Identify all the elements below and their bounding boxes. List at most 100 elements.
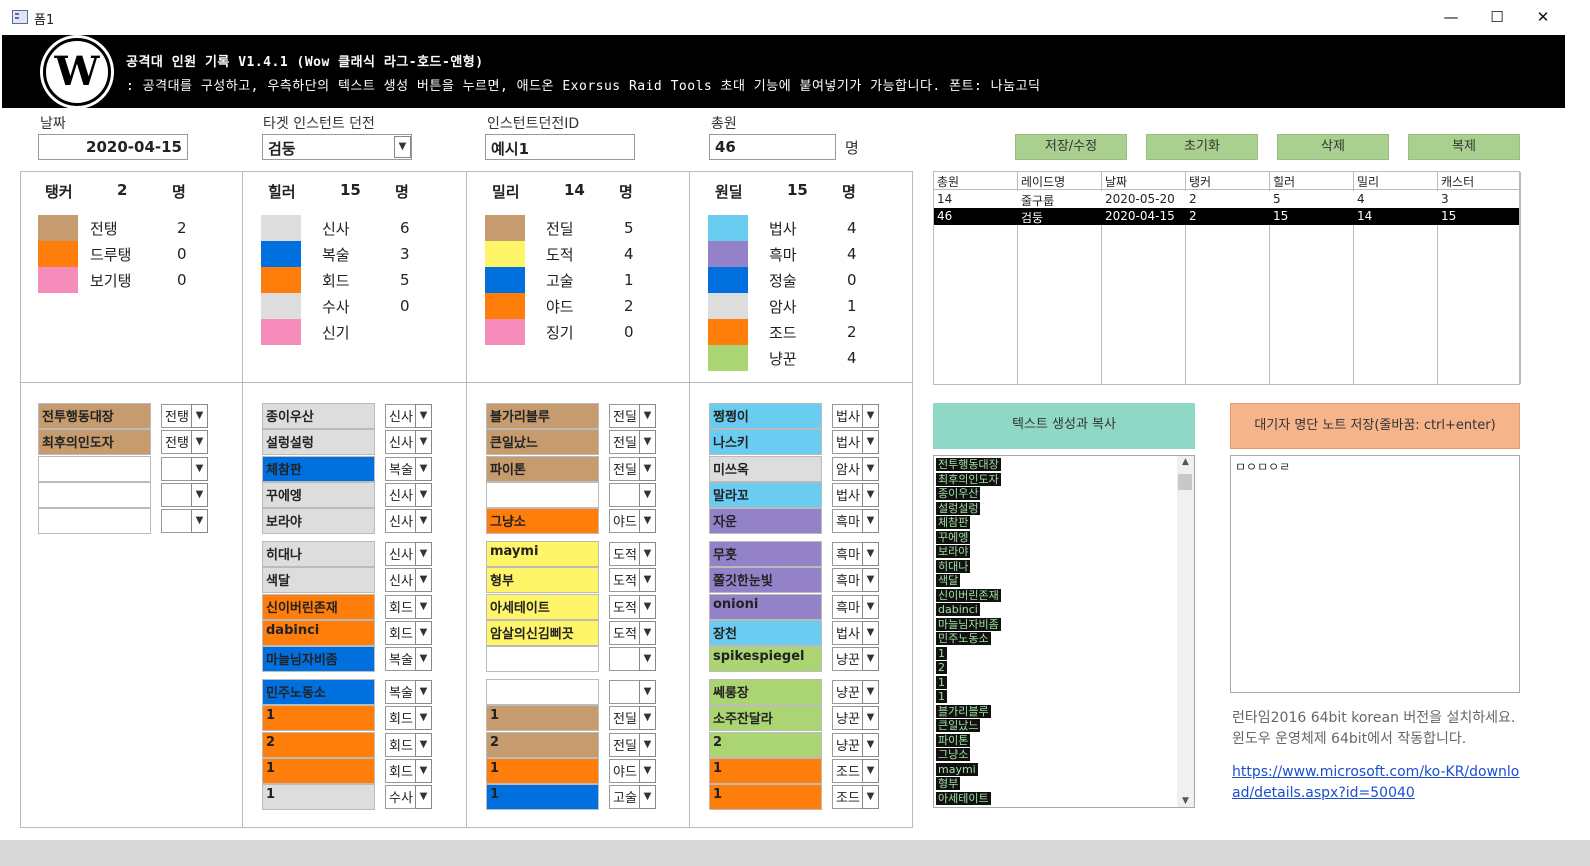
- slot-role-select[interactable]: 흑마 ▼: [832, 568, 879, 593]
- slot-role-select[interactable]: 암사 ▼: [832, 456, 879, 481]
- chevron-down-icon[interactable]: ▼: [191, 430, 208, 455]
- slot-role-select[interactable]: 조드 ▼: [832, 785, 879, 810]
- slot-name-input[interactable]: 1: [262, 757, 375, 784]
- slot-name-input[interactable]: 1: [262, 784, 375, 811]
- generated-text-box[interactable]: 전투행동대장 최후의인도자 종이우산 설렁설렁 체참판 꾸에엥 보라야 히대나 색달 신이버린존재…: [933, 455, 1195, 808]
- close-button[interactable]: ✕: [1520, 2, 1566, 32]
- slot-role-select[interactable]: 신사 ▼: [385, 482, 432, 507]
- chevron-down-icon[interactable]: ▼: [862, 620, 879, 645]
- slot-role-select[interactable]: 도적 ▼: [609, 620, 656, 645]
- slot-name-input[interactable]: [38, 508, 151, 535]
- raid-list-column-header[interactable]: 레이드명: [1018, 172, 1102, 190]
- slot-role-select[interactable]: 전딜 ▼: [609, 732, 656, 757]
- slot-name-input[interactable]: 1: [486, 784, 599, 811]
- chevron-down-icon[interactable]: ▼: [862, 456, 879, 481]
- slot-name-input[interactable]: [38, 455, 151, 482]
- chevron-down-icon[interactable]: ▼: [639, 509, 656, 534]
- chevron-down-icon[interactable]: ▼: [639, 456, 656, 481]
- chevron-down-icon[interactable]: ▼: [639, 785, 656, 810]
- scrollbar-thumb[interactable]: [1178, 474, 1192, 490]
- slot-name-input[interactable]: 꾸에엥: [262, 481, 375, 508]
- delete-button[interactable]: 삭제: [1277, 134, 1389, 160]
- slot-role-select[interactable]: 전탱 ▼: [161, 430, 208, 455]
- slot-role-select[interactable]: 신사 ▼: [385, 542, 432, 566]
- slot-role-select[interactable]: 수사 ▼: [385, 785, 432, 810]
- slot-name-input[interactable]: 1: [486, 757, 599, 784]
- slot-name-input[interactable]: 1: [262, 705, 375, 732]
- slot-role-select[interactable]: 야드 ▼: [609, 509, 656, 534]
- slot-name-input[interactable]: 큰일났느: [486, 429, 599, 456]
- slot-role-select[interactable]: 냥꾼 ▼: [832, 647, 879, 672]
- slot-role-select[interactable]: 냥꾼 ▼: [832, 680, 879, 704]
- slot-name-input[interactable]: 보라야: [262, 508, 375, 535]
- slot-role-select[interactable]: 전딜 ▼: [609, 456, 656, 481]
- slot-role-select[interactable]: ▼: [609, 647, 656, 672]
- chevron-down-icon[interactable]: ▼: [415, 732, 432, 757]
- generate-text-button[interactable]: 텍스트 생성과 복사: [933, 403, 1195, 449]
- slot-name-input[interactable]: 2: [709, 731, 822, 758]
- instance-input[interactable]: 예시1: [485, 134, 635, 160]
- slot-name-input[interactable]: 색달: [262, 567, 375, 594]
- slot-role-select[interactable]: 회드 ▼: [385, 620, 432, 645]
- chevron-down-icon[interactable]: ▼: [639, 732, 656, 757]
- slot-name-input[interactable]: 블가리블루: [486, 403, 599, 429]
- waitlist-notes[interactable]: ㅁㅇㅁㅇㄹ: [1230, 455, 1520, 693]
- slot-name-input[interactable]: 쎄롱장: [709, 679, 822, 705]
- slot-name-input[interactable]: 아세테이트: [486, 593, 599, 620]
- slot-role-select[interactable]: 복술 ▼: [385, 680, 432, 704]
- chevron-down-icon[interactable]: ▼: [415, 594, 432, 619]
- chevron-down-icon[interactable]: ▼: [862, 404, 879, 428]
- slot-role-select[interactable]: ▼: [161, 482, 208, 507]
- chevron-down-icon[interactable]: ▼: [415, 456, 432, 481]
- chevron-down-icon[interactable]: ▼: [415, 542, 432, 566]
- slot-role-select[interactable]: 도적 ▼: [609, 568, 656, 593]
- chevron-down-icon[interactable]: ▼: [639, 594, 656, 619]
- chevron-down-icon[interactable]: ▼: [862, 732, 879, 757]
- chevron-down-icon[interactable]: ▼: [639, 758, 656, 783]
- slot-name-input[interactable]: 1: [709, 784, 822, 811]
- chevron-down-icon[interactable]: ▼: [191, 509, 208, 534]
- maximize-button[interactable]: ☐: [1474, 2, 1520, 32]
- chevron-down-icon[interactable]: ▼: [862, 594, 879, 619]
- slot-name-input[interactable]: 무흣: [709, 541, 822, 567]
- slot-name-input[interactable]: [486, 679, 599, 705]
- slot-name-input[interactable]: 쩡쩡이: [709, 403, 822, 429]
- reset-button[interactable]: 초기화: [1146, 134, 1258, 160]
- slot-role-select[interactable]: 전딜 ▼: [609, 706, 656, 731]
- slot-name-input[interactable]: 2: [262, 731, 375, 758]
- chevron-down-icon[interactable]: ▼: [862, 706, 879, 731]
- slot-name-input[interactable]: onioni: [709, 593, 822, 620]
- slot-role-select[interactable]: 회드 ▼: [385, 732, 432, 757]
- chevron-down-icon[interactable]: ▼: [415, 680, 432, 704]
- slot-name-input[interactable]: [38, 481, 151, 508]
- slot-name-input[interactable]: 형부: [486, 567, 599, 594]
- slot-name-input[interactable]: 소주잔달라: [709, 705, 822, 732]
- slot-role-select[interactable]: 전딜 ▼: [609, 404, 656, 428]
- save-notes-button[interactable]: 대기자 명단 노트 저장(줄바꿈: ctrl+enter): [1230, 403, 1520, 449]
- chevron-down-icon[interactable]: ▼: [862, 785, 879, 810]
- chevron-down-icon[interactable]: ▼: [862, 509, 879, 534]
- slot-name-input[interactable]: 전투행동대장: [38, 403, 151, 429]
- slot-role-select[interactable]: ▼: [161, 456, 208, 481]
- chevron-down-icon[interactable]: ▼: [862, 568, 879, 593]
- slot-name-input[interactable]: 장천: [709, 619, 822, 646]
- slot-role-select[interactable]: 법사 ▼: [832, 404, 879, 428]
- slot-name-input[interactable]: 히대나: [262, 541, 375, 567]
- slot-role-select[interactable]: ▼: [609, 680, 656, 704]
- slot-role-select[interactable]: 신사 ▼: [385, 404, 432, 428]
- slot-name-input[interactable]: 쫄깃한눈빛: [709, 567, 822, 594]
- slot-role-select[interactable]: 신사 ▼: [385, 430, 432, 455]
- slot-role-select[interactable]: 냥꾼 ▼: [832, 706, 879, 731]
- slot-role-select[interactable]: 고술 ▼: [609, 785, 656, 810]
- chevron-down-icon[interactable]: ▼: [639, 620, 656, 645]
- chevron-down-icon[interactable]: ▼: [639, 680, 656, 704]
- slot-name-input[interactable]: 종이우산: [262, 403, 375, 429]
- chevron-down-icon[interactable]: ▼: [415, 509, 432, 534]
- slot-role-select[interactable]: 전딜 ▼: [609, 430, 656, 455]
- raid-list-column-header[interactable]: 총원: [934, 172, 1018, 190]
- slot-role-select[interactable]: 흑마 ▼: [832, 542, 879, 566]
- raid-list-column-header[interactable]: 밀리: [1354, 172, 1438, 190]
- slot-role-select[interactable]: 도적 ▼: [609, 594, 656, 619]
- slot-name-input[interactable]: 말라꼬: [709, 481, 822, 508]
- scroll-down-icon[interactable]: ▼: [1177, 796, 1194, 806]
